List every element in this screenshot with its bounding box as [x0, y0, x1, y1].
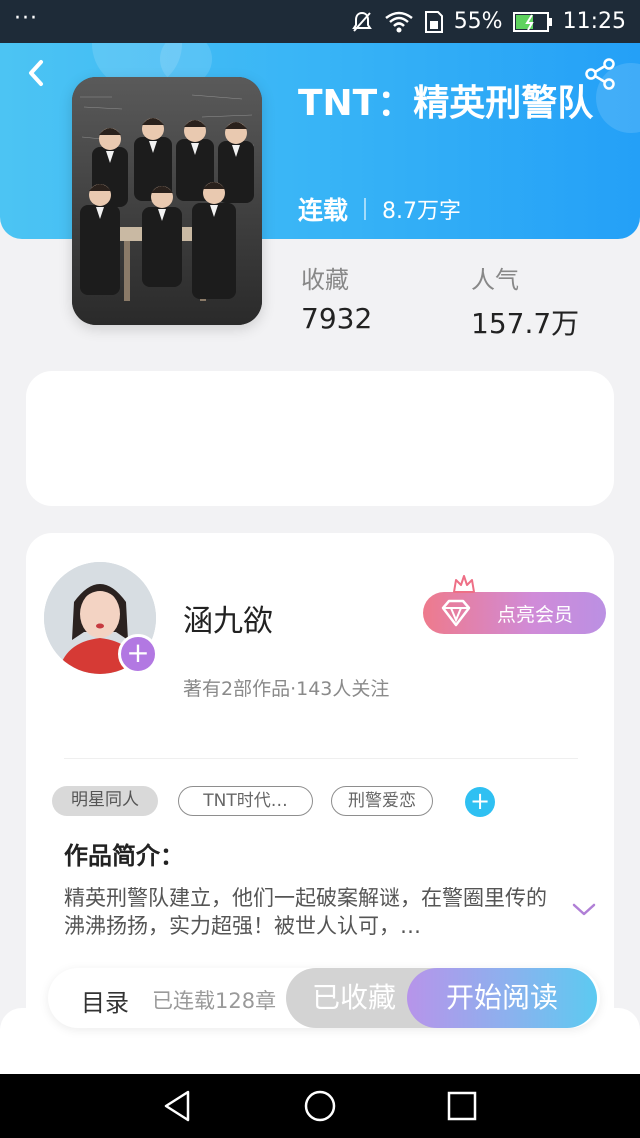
book-title: TNT：精英刑警队 — [298, 83, 594, 124]
book-cover[interactable] — [72, 77, 262, 325]
start-reading-button[interactable]: 开始阅读 — [407, 968, 597, 1028]
section-divider — [64, 758, 578, 759]
intro-text: 精英刑警队建立，他们一起破案解谜，在警圈里传的沸沸扬扬，实力超强！被世人认可，… — [64, 886, 547, 938]
author-info: 著有2部作品·143人关注 — [183, 678, 390, 700]
popularity-value: 157.7万 — [471, 307, 580, 340]
plus-icon: + — [126, 636, 150, 669]
diamond-icon — [441, 599, 471, 627]
add-tag-button[interactable]: + — [465, 787, 495, 817]
intro-title: 作品简介： — [64, 842, 184, 870]
battery-icon — [512, 11, 553, 33]
tag-item[interactable]: 明星同人 — [52, 786, 158, 816]
circle-home-icon[interactable] — [302, 1088, 338, 1124]
mute-icon — [350, 10, 374, 34]
battery-percent: 55% — [453, 9, 503, 34]
square-recent-icon[interactable] — [444, 1088, 480, 1124]
favorites-value: 7932 — [301, 302, 373, 335]
tag-item[interactable]: TNT时代… — [178, 786, 313, 816]
triangle-back-icon[interactable] — [160, 1088, 196, 1124]
placeholder-card — [26, 371, 614, 506]
wifi-icon — [384, 10, 414, 34]
status-bar: ··· 55% 11:25 — [0, 0, 640, 43]
back-arrow-icon — [29, 60, 43, 86]
chapter-progress: 已连载128章 — [152, 989, 277, 1013]
author-name[interactable]: 涵九欲 — [183, 596, 273, 640]
word-count: 8.7万字 — [382, 199, 462, 224]
serial-status: 连载 — [298, 196, 349, 225]
vip-label: 点亮会员 — [497, 603, 574, 626]
clock: 11:25 — [562, 9, 626, 34]
meta-divider — [364, 198, 367, 220]
system-nav-bar — [0, 1074, 640, 1138]
back-button[interactable] — [22, 58, 52, 88]
toc-button[interactable]: 目录 — [81, 983, 129, 1018]
tag-item[interactable]: 刑警爱恋 — [331, 786, 433, 816]
book-meta: 连载 8.7万字 — [298, 192, 461, 226]
follow-author-button[interactable]: + — [118, 634, 158, 674]
favorites-label: 收藏 — [301, 266, 349, 294]
popularity-label: 人气 — [471, 266, 519, 294]
plus-icon: + — [469, 787, 491, 815]
chevron-down-icon[interactable] — [572, 900, 596, 918]
menu-dots: ··· — [14, 6, 38, 31]
sim-icon — [424, 10, 444, 34]
crown-icon — [453, 575, 475, 593]
cover-image — [72, 77, 262, 325]
